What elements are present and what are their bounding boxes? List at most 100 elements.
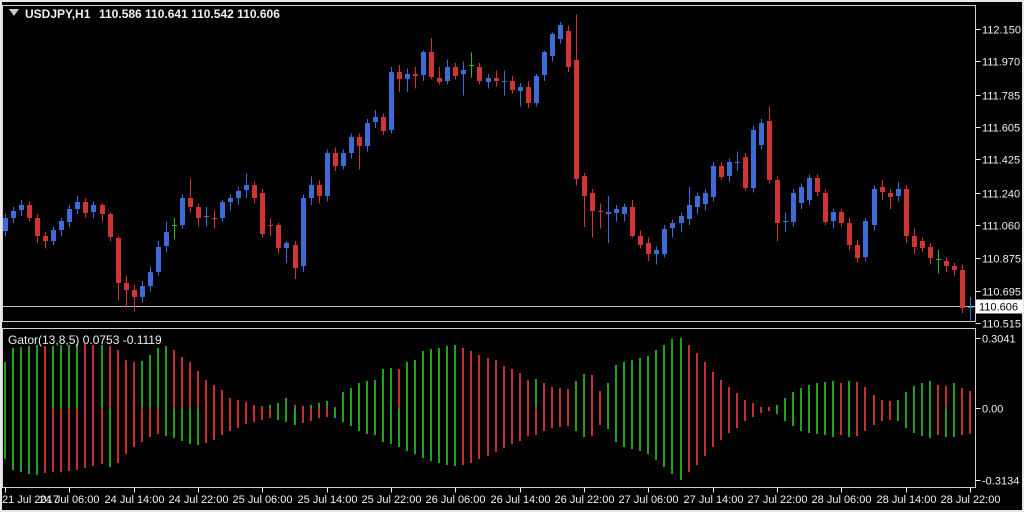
candle-body bbox=[598, 211, 603, 212]
candle-body bbox=[542, 52, 547, 75]
gator-bar-upper bbox=[495, 360, 497, 408]
candle-body bbox=[606, 212, 611, 214]
gator-bar-lower bbox=[816, 408, 818, 434]
time-tick-label: 26 Jul 14:00 bbox=[491, 494, 551, 506]
gator-bar-upper bbox=[318, 403, 320, 408]
gator-bar-upper bbox=[776, 405, 778, 408]
gator-bar-upper bbox=[269, 405, 271, 408]
symbol-title: USDJPY,H1 bbox=[25, 7, 91, 21]
gator-bar-upper bbox=[969, 391, 971, 408]
candle-body bbox=[445, 67, 450, 81]
gator-bar-upper bbox=[205, 380, 207, 408]
price-tick-label: 111.605 bbox=[982, 123, 1020, 135]
gator-bar-upper bbox=[599, 391, 601, 408]
gator-bar-upper bbox=[454, 345, 456, 408]
time-tick-label: 28 Jul 06:00 bbox=[812, 494, 872, 506]
gator-bar-lower bbox=[840, 408, 842, 435]
gator-bar-upper bbox=[784, 398, 786, 408]
gator-bar-upper bbox=[663, 345, 665, 408]
gator-bar-lower bbox=[889, 408, 891, 420]
gator-bar-lower bbox=[535, 408, 537, 435]
candle-body bbox=[807, 178, 812, 200]
time-tick-label: 26 Jul 06:00 bbox=[426, 494, 486, 506]
candle-body bbox=[83, 202, 88, 213]
candle-body bbox=[518, 87, 523, 91]
candle-body bbox=[11, 211, 16, 218]
candle-body bbox=[469, 65, 474, 66]
candle-body bbox=[27, 205, 32, 218]
gator-bar-upper bbox=[567, 389, 569, 408]
candle-body bbox=[687, 205, 692, 219]
candle-body bbox=[863, 221, 868, 257]
gator-bar-lower bbox=[173, 408, 175, 438]
candle-body bbox=[791, 193, 796, 222]
gator-bar-upper bbox=[462, 348, 464, 408]
gator-bar-upper bbox=[840, 383, 842, 408]
gator-bar-upper bbox=[438, 348, 440, 408]
candle-body bbox=[59, 221, 64, 230]
gator-bar-lower bbox=[205, 408, 207, 443]
candle-body bbox=[823, 193, 828, 222]
gator-bar-upper bbox=[117, 350, 119, 408]
gator-bar-lower bbox=[189, 408, 191, 444]
candle-body bbox=[968, 307, 973, 308]
gator-bar-lower bbox=[414, 408, 416, 454]
gator-bar-lower bbox=[728, 408, 730, 433]
gator-bar-upper bbox=[543, 383, 545, 408]
gator-bar-upper bbox=[824, 382, 826, 408]
gator-bar-upper bbox=[20, 347, 22, 408]
candle-body bbox=[566, 31, 571, 67]
candle-body bbox=[534, 76, 539, 103]
gator-bar-upper bbox=[149, 355, 151, 408]
candle-body bbox=[695, 196, 700, 207]
price-tick-label: 111.425 bbox=[982, 155, 1020, 167]
candle-body bbox=[389, 72, 394, 130]
gator-bar-upper bbox=[591, 375, 593, 408]
candle-body bbox=[831, 212, 836, 221]
candle-body bbox=[767, 121, 772, 180]
gator-bar-upper bbox=[848, 381, 850, 408]
gator-bar-lower bbox=[921, 408, 923, 436]
candle-body bbox=[341, 153, 346, 166]
gator-bar-upper bbox=[768, 407, 770, 408]
gator-bar-lower bbox=[567, 408, 569, 426]
gator-bar-lower bbox=[575, 408, 577, 431]
price-tick-label: 110.875 bbox=[982, 254, 1021, 266]
gator-bar-upper bbox=[712, 372, 714, 408]
gator-bar-upper bbox=[92, 345, 94, 408]
indicator-title: Gator(13,8,5) 0.0753 -0.1119 bbox=[8, 333, 162, 347]
gator-bar-lower bbox=[213, 408, 215, 440]
gator-bar-lower bbox=[318, 408, 320, 418]
gator-bar-lower bbox=[792, 408, 794, 426]
gator-bar-upper bbox=[358, 383, 360, 408]
gator-bar-lower bbox=[36, 408, 38, 475]
candle-body bbox=[228, 198, 233, 202]
gator-bar-lower bbox=[680, 408, 682, 480]
candle-body bbox=[124, 283, 129, 290]
gator-bar-lower bbox=[511, 408, 513, 444]
gator-bar-lower bbox=[696, 408, 698, 465]
gator-bar-lower bbox=[358, 408, 360, 431]
candle-body bbox=[614, 209, 619, 213]
gator-bar-lower bbox=[864, 408, 866, 431]
gator-bar-lower bbox=[897, 408, 899, 421]
gator-bar-lower bbox=[92, 408, 94, 466]
candle-body bbox=[373, 117, 378, 122]
gator-bar-upper bbox=[36, 345, 38, 408]
gator-bar-lower bbox=[623, 408, 625, 447]
candle-body bbox=[188, 198, 193, 207]
gator-bar-lower bbox=[744, 408, 746, 421]
gator-bar-lower bbox=[495, 408, 497, 452]
gator-bar-lower bbox=[52, 408, 54, 472]
mt4-chart-window: 112.150 111.970 111.785 111.605 111.425 111.2… bbox=[0, 0, 1024, 512]
gator-bar-upper bbox=[607, 383, 609, 408]
gator-bar-upper bbox=[575, 381, 577, 408]
gator-bar-upper bbox=[44, 346, 46, 408]
gator-bar-upper bbox=[800, 388, 802, 408]
gator-bar-upper bbox=[929, 381, 931, 408]
gator-bar-lower bbox=[20, 408, 22, 472]
gator-bar-upper bbox=[961, 388, 963, 408]
gator-bar-upper bbox=[623, 362, 625, 408]
gator-bar-upper bbox=[736, 393, 738, 408]
gator-bar-lower bbox=[615, 408, 617, 442]
